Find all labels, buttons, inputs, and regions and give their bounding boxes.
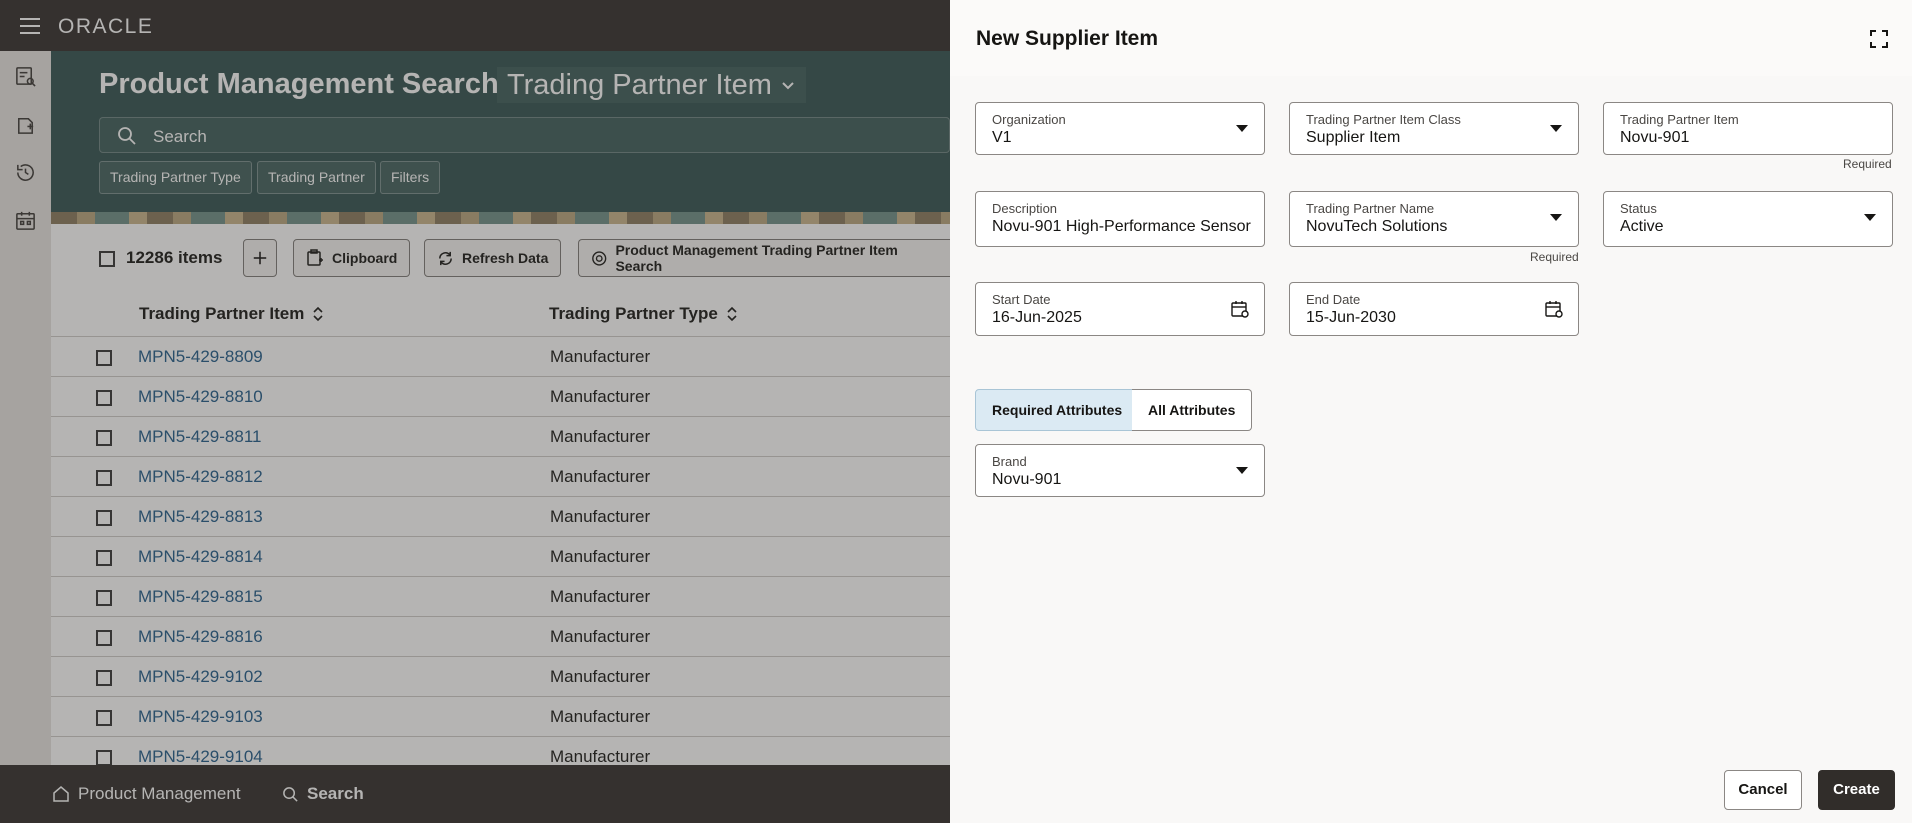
field-label: Description <box>992 201 1058 216</box>
description-input[interactable]: Description Novu-901 High-Performance Se… <box>975 191 1265 247</box>
trading-partner-name-select[interactable]: Trading Partner Name NovuTech Solutions <box>1289 191 1579 247</box>
field-value: Supplier Item <box>1306 129 1401 146</box>
create-button[interactable]: Create <box>1818 770 1895 810</box>
item-class-select[interactable]: Trading Partner Item Class Supplier Item <box>1289 102 1579 155</box>
calendar-icon[interactable] <box>1544 299 1564 319</box>
field-value: Active <box>1620 218 1664 235</box>
caret-down-icon <box>1236 125 1248 132</box>
caret-down-icon <box>1864 214 1876 221</box>
trading-partner-item-input[interactable]: Trading Partner Item Novu-901 <box>1603 102 1893 155</box>
status-select[interactable]: Status Active <box>1603 191 1893 247</box>
field-label: Trading Partner Item <box>1620 112 1739 127</box>
field-value: Novu-901 High-Performance Sensor <box>992 218 1251 235</box>
field-value: 16-Jun-2025 <box>992 309 1082 326</box>
drawer-title: New Supplier Item <box>976 27 1159 50</box>
cancel-button[interactable]: Cancel <box>1724 770 1802 810</box>
end-date-input[interactable]: End Date 15-Jun-2030 <box>1289 282 1579 336</box>
field-label: Trading Partner Item Class <box>1306 112 1461 127</box>
brand-select[interactable]: Brand Novu-901 <box>975 444 1265 497</box>
field-label: Brand <box>992 454 1027 469</box>
field-label: Trading Partner Name <box>1306 201 1435 216</box>
required-note: Required <box>1530 250 1579 264</box>
caret-down-icon <box>1550 214 1562 221</box>
modal-backdrop[interactable] <box>0 0 950 823</box>
tab-required-attributes[interactable]: Required Attributes <box>975 389 1140 431</box>
organization-select[interactable]: Organization V1 <box>975 102 1265 155</box>
maximize-icon[interactable] <box>1870 30 1888 48</box>
field-value: Novu-901 <box>992 471 1062 488</box>
field-value: NovuTech Solutions <box>1306 218 1448 235</box>
field-value: V1 <box>992 129 1012 146</box>
field-value: Novu-901 <box>1620 129 1690 146</box>
field-label: Organization <box>992 112 1066 127</box>
drawer-header: New Supplier Item <box>950 0 1912 76</box>
required-note: Required <box>1843 157 1892 171</box>
caret-down-icon <box>1550 125 1562 132</box>
field-label: End Date <box>1306 292 1361 307</box>
field-label: Start Date <box>992 292 1051 307</box>
field-label: Status <box>1620 201 1657 216</box>
caret-down-icon <box>1236 467 1248 474</box>
start-date-input[interactable]: Start Date 16-Jun-2025 <box>975 282 1265 336</box>
tab-all-attributes[interactable]: All Attributes <box>1132 389 1253 431</box>
calendar-icon[interactable] <box>1230 299 1250 319</box>
field-value: 15-Jun-2030 <box>1306 309 1396 326</box>
